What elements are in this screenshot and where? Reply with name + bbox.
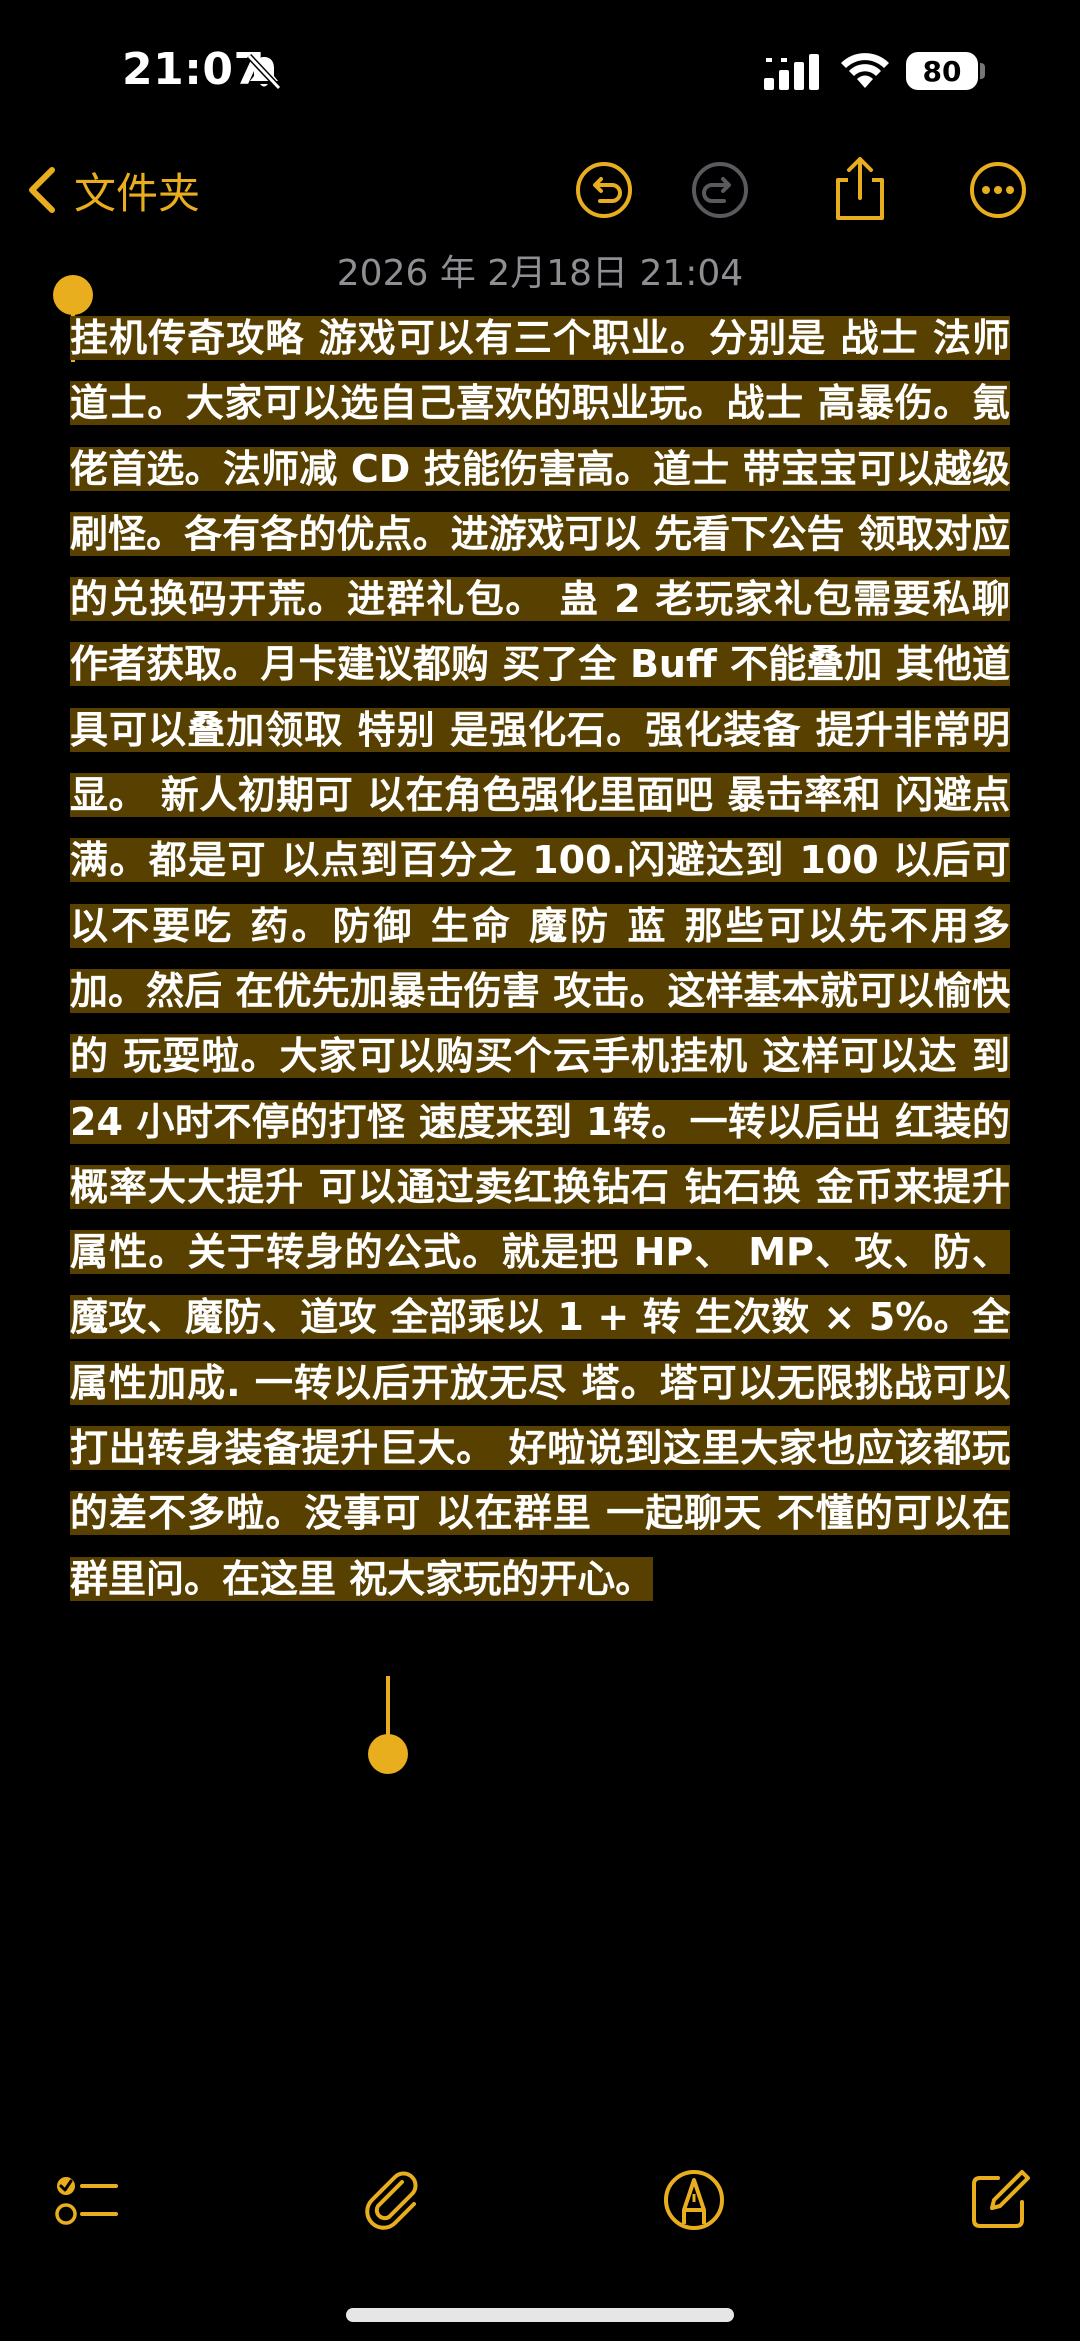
selected-text[interactable]: 挂机传奇攻略 游戏可以有三个职业。分别是 战士 法师 道士。大家可以选自己喜欢的… [70, 316, 1010, 1601]
redo-icon[interactable] [690, 160, 750, 220]
markup-pen-icon[interactable] [662, 2168, 726, 2232]
status-bar: 21:07 80 [0, 0, 1080, 140]
wifi-icon [841, 53, 889, 88]
bell-slash-icon [246, 53, 282, 91]
battery-icon: 80 [906, 52, 978, 90]
note-date: 2026 年 2月18日 21:04 [336, 253, 744, 294]
cellular-signal-icon [764, 54, 819, 90]
selection-end-handle[interactable] [368, 1734, 408, 1774]
paperclip-icon[interactable] [362, 2168, 426, 2232]
note-body[interactable]: 挂机传奇攻略 游戏可以有三个职业。分别是 战士 法师 道士。大家可以选自己喜欢的… [70, 306, 1010, 1612]
share-icon[interactable] [830, 156, 890, 222]
compose-icon[interactable] [968, 2168, 1032, 2232]
home-indicator[interactable] [346, 2308, 734, 2322]
undo-icon[interactable] [574, 160, 634, 220]
chevron-left-icon [29, 167, 55, 213]
battery-tip [980, 63, 985, 79]
selection-end-caret [386, 1676, 390, 1738]
checklist-icon[interactable] [54, 2168, 118, 2232]
back-button[interactable]: 文件夹 [24, 158, 200, 222]
back-label: 文件夹 [74, 168, 201, 218]
more-icon[interactable] [968, 160, 1028, 220]
